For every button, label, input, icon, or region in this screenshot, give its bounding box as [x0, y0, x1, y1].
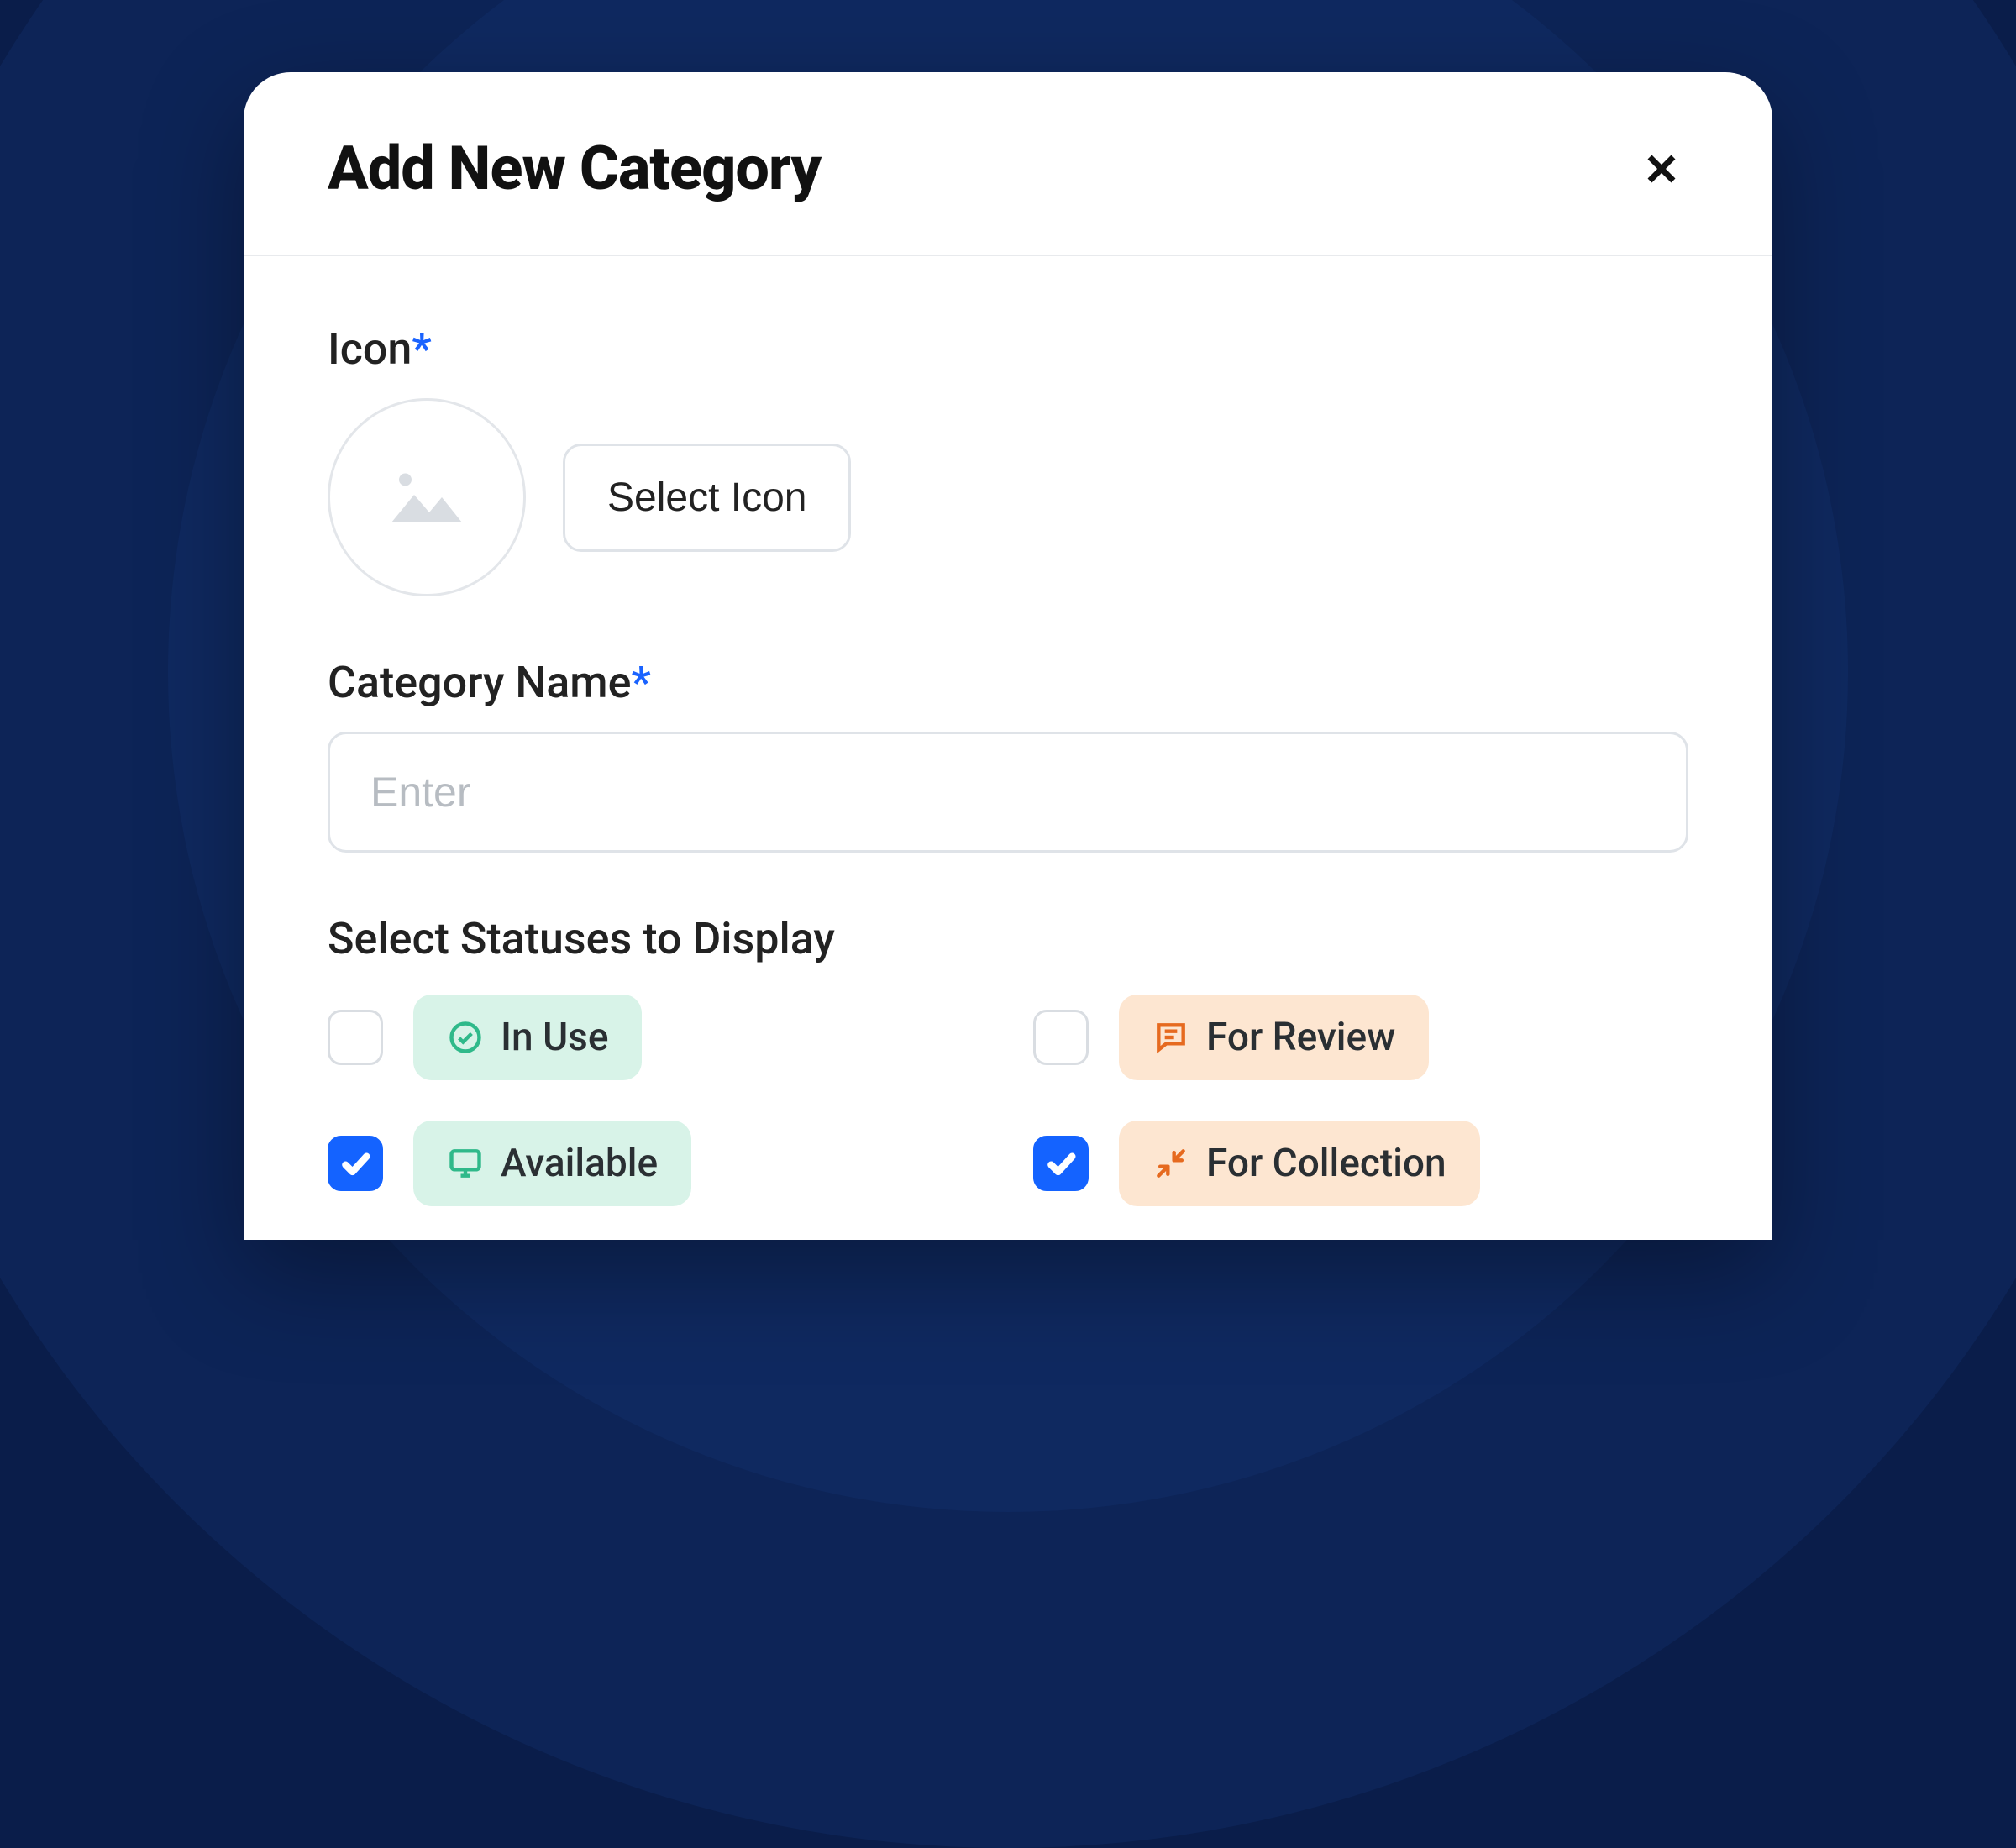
category-name-label-text: Category Name: [328, 657, 631, 708]
close-button[interactable]: [1635, 142, 1688, 196]
monitor-icon: [447, 1145, 484, 1182]
statuses-grid: In Use For Review: [328, 995, 1688, 1206]
check-icon: [339, 1147, 372, 1180]
icon-label: Icon*: [328, 323, 1688, 375]
category-name-input[interactable]: [328, 732, 1688, 853]
status-item-in-use: In Use: [328, 995, 983, 1080]
icon-label-text: Icon: [328, 323, 412, 375]
status-item-for-review: For Review: [1033, 995, 1688, 1080]
required-marker: *: [631, 657, 650, 708]
status-item-available: Available: [328, 1121, 983, 1206]
checkbox-for-collection[interactable]: [1033, 1136, 1089, 1191]
badge-for-collection: For Collection: [1119, 1121, 1480, 1206]
checkbox-for-review[interactable]: [1033, 1010, 1089, 1065]
modal-body: Icon* Select Icon Category Name* Selec: [244, 256, 1772, 1240]
badge-for-review: For Review: [1119, 995, 1429, 1080]
badge-label: Available: [501, 1141, 658, 1186]
check-icon: [1044, 1147, 1078, 1180]
status-item-for-collection: For Collection: [1033, 1121, 1688, 1206]
icon-preview[interactable]: [328, 398, 526, 596]
badge-in-use: In Use: [413, 995, 642, 1080]
add-category-modal: Add New Category Icon* Select Icon: [244, 72, 1772, 1240]
checkbox-available[interactable]: [328, 1136, 383, 1191]
checkbox-in-use[interactable]: [328, 1010, 383, 1065]
modal-header: Add New Category: [244, 72, 1772, 256]
message-icon: [1152, 1019, 1189, 1056]
arrows-in-icon: [1152, 1145, 1189, 1182]
badge-label: For Review: [1206, 1015, 1395, 1060]
category-name-label: Category Name*: [328, 657, 1688, 708]
image-placeholder-icon: [386, 465, 467, 530]
close-icon: [1641, 149, 1682, 189]
badge-available: Available: [413, 1121, 691, 1206]
icon-row: Select Icon: [328, 398, 1688, 596]
required-marker: *: [412, 323, 431, 375]
category-name-field: Category Name*: [328, 657, 1688, 853]
badge-label: For Collection: [1206, 1141, 1446, 1186]
statuses-section: Select Statuses to Display In Use: [328, 913, 1688, 1206]
icon-field: Icon* Select Icon: [328, 323, 1688, 596]
select-icon-button[interactable]: Select Icon: [563, 444, 851, 552]
modal-title: Add New Category: [328, 133, 821, 204]
badge-label: In Use: [501, 1015, 608, 1060]
check-circle-icon: [447, 1019, 484, 1056]
statuses-label: Select Statuses to Display: [328, 913, 1688, 964]
